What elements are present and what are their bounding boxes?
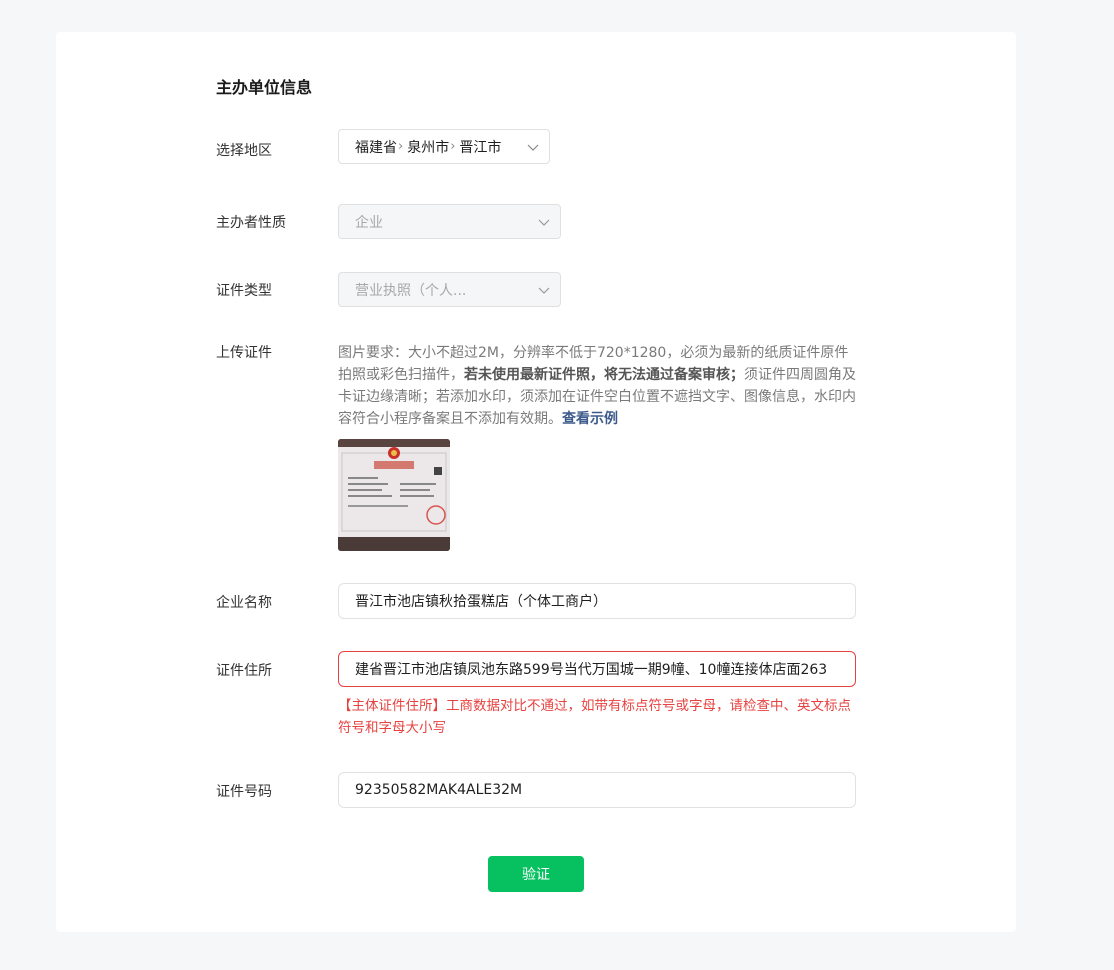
help-text-bold: 若未使用最新证件照，将无法通过备案审核；: [464, 367, 744, 383]
verify-button[interactable]: 验证: [488, 856, 584, 892]
cert-number-input[interactable]: 92350582MAK4ALE32M: [338, 772, 856, 808]
chevron-right-icon: ›: [450, 139, 456, 154]
cert-type-select[interactable]: 营业执照（个人...: [338, 272, 561, 307]
view-example-link[interactable]: 查看示例: [562, 411, 618, 427]
chevron-down-icon: [538, 219, 550, 226]
chevron-down-icon: [538, 287, 550, 294]
region-city: 泉州市: [407, 139, 450, 156]
upload-label: 上传证件: [216, 345, 272, 361]
license-photo-image: [338, 439, 450, 551]
cert-address-label: 证件住所: [216, 663, 272, 679]
company-name-input[interactable]: 晋江市池店镇秋拾蛋糕店（个体工商户）: [338, 583, 856, 619]
section-title: 主办单位信息: [216, 78, 313, 97]
sponsor-nature-select[interactable]: 企业: [338, 204, 561, 239]
cert-address-error: 【主体证件住所】工商数据对比不通过，如带有标点符号或字母，请检查中、英文标点符号…: [338, 698, 851, 736]
upload-help-text: 图片要求：大小不超过2M，分辨率不低于720*1280，必须为最新的纸质证件原件…: [338, 342, 858, 430]
company-name-label: 企业名称: [216, 595, 272, 611]
cert-number-label: 证件号码: [216, 784, 272, 800]
region-select[interactable]: 福建省 › 泉州市 › 晋江市: [338, 129, 550, 164]
region-district: 晋江市: [459, 139, 502, 156]
cert-address-input[interactable]: 建省晋江市池店镇凤池东路599号当代万国城一期9幢、10幢连接体店面263: [338, 651, 856, 687]
cert-type-label: 证件类型: [216, 283, 272, 299]
uploaded-license-thumbnail[interactable]: [338, 439, 450, 551]
chevron-down-icon: [527, 144, 539, 151]
sponsor-nature-value: 企业: [355, 214, 383, 231]
chevron-right-icon: ›: [398, 139, 404, 154]
region-province: 福建省: [355, 139, 397, 156]
region-label: 选择地区: [216, 143, 272, 159]
sponsor-nature-label: 主办者性质: [216, 215, 286, 231]
form-card: 主办单位信息 选择地区 福建省 › 泉州市 › 晋江市 主办者性质 企业 证件类…: [56, 32, 1016, 932]
cert-type-value: 营业执照（个人...: [355, 282, 467, 299]
